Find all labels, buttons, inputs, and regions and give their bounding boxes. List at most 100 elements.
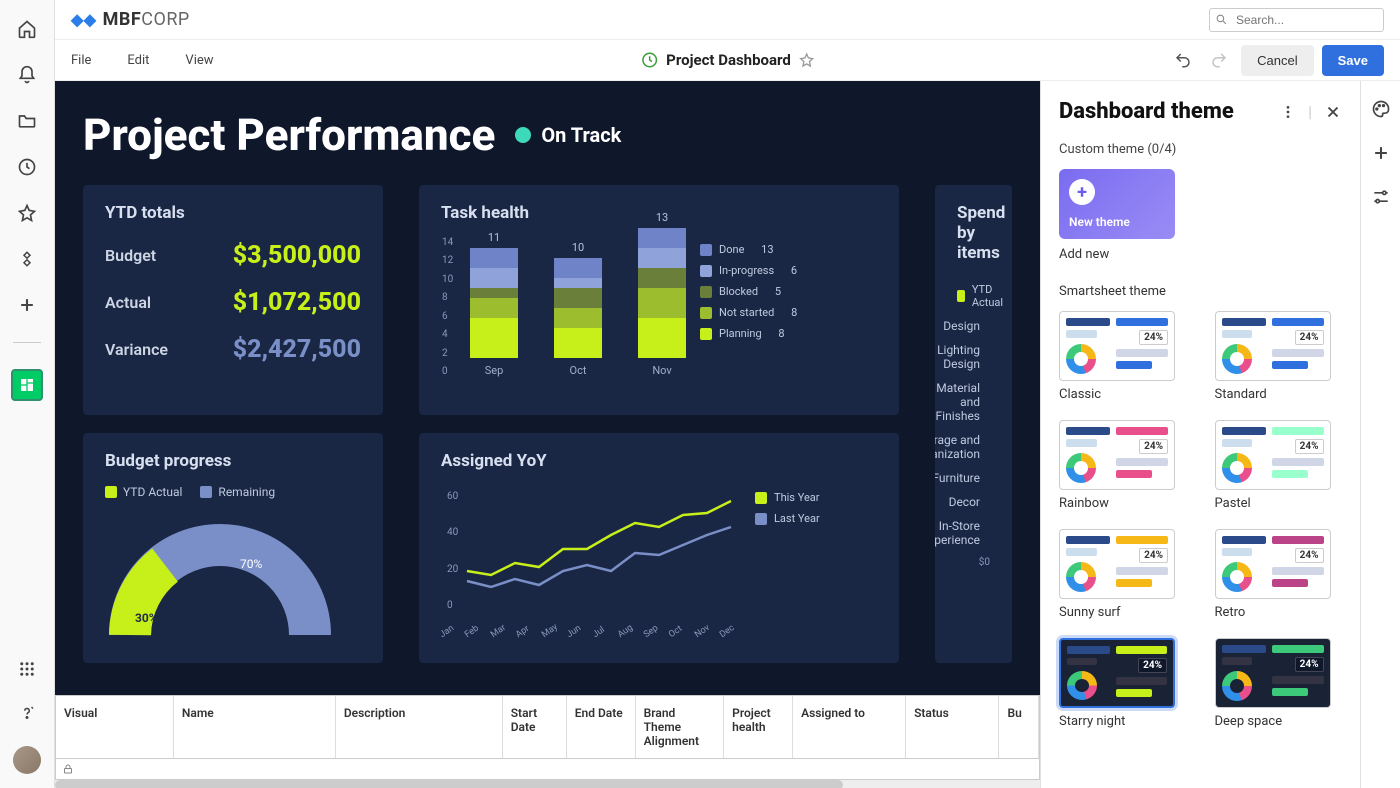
palette-icon[interactable]: [1371, 99, 1391, 119]
rail-divider: [13, 342, 41, 343]
spend-row: Design: [957, 319, 990, 333]
add-new-caption: Add new: [1059, 247, 1342, 262]
line-x-ticks: JanFebMarAprMayJunJulAugSepOctNovDec: [441, 631, 741, 641]
donut-icon: [1222, 562, 1252, 592]
col-bu[interactable]: Bu: [999, 696, 1039, 758]
gauge-legend-remaining: Remaining: [218, 485, 275, 499]
theme-deep-space[interactable]: 24%Deep space: [1215, 638, 1343, 729]
col-project-health[interactable]: Project health: [724, 696, 793, 758]
theme-retro[interactable]: 24%Retro: [1215, 529, 1343, 620]
redo-icon[interactable]: [1205, 46, 1233, 74]
col-assigned[interactable]: Assigned to: [793, 696, 906, 758]
theme-classic[interactable]: 24%Classic: [1059, 311, 1187, 402]
home-icon[interactable]: [16, 18, 38, 40]
col-brand[interactable]: Brand Theme Alignment: [636, 696, 725, 758]
legend-inprogress: In-progress: [719, 264, 774, 277]
spend-row: Furniture: [957, 471, 990, 485]
search-icon: [1215, 13, 1228, 26]
favorite-star-icon[interactable]: [799, 52, 815, 68]
new-theme-card[interactable]: + New theme: [1059, 169, 1175, 239]
status-text: On Track: [541, 123, 621, 147]
theme-panel-title: Dashboard theme: [1059, 99, 1234, 124]
col-name[interactable]: Name: [174, 696, 336, 758]
star-icon[interactable]: [16, 202, 38, 224]
card-spend-by-items: Spend by items YTD Actual B DesignLighti…: [935, 185, 1012, 663]
legend-blocked: Blocked: [719, 285, 758, 298]
task-health-yaxis: 14121086420: [442, 237, 453, 377]
recent-icon[interactable]: [16, 156, 38, 178]
doc-title: Project Dashboard: [640, 51, 815, 69]
theme-rainbow[interactable]: 24%Rainbow: [1059, 420, 1187, 511]
theme-starry-night[interactable]: 24%Starry night: [1059, 638, 1187, 729]
workspaces-icon[interactable]: [16, 248, 38, 270]
ytd-variance-label: Variance: [105, 340, 168, 359]
smartsheet-theme-label: Smartsheet theme: [1059, 284, 1342, 299]
clock-icon: [640, 51, 658, 69]
ytd-title: YTD totals: [105, 203, 361, 223]
card-budget-progress: Budget progress YTD Actual Remaining 30%…: [83, 433, 383, 663]
close-icon[interactable]: [1324, 103, 1342, 121]
donut-icon: [1067, 671, 1097, 700]
apps-icon[interactable]: [16, 658, 38, 680]
theme-grid: 24%Classic 24%Standard 24%Rainbow 24%Pastel…: [1059, 311, 1342, 729]
settings-sliders-icon[interactable]: [1371, 187, 1391, 207]
budget-progress-title: Budget progress: [105, 451, 361, 471]
add-widget-icon[interactable]: [1371, 143, 1391, 163]
gauge-pct-actual: 30%: [135, 611, 158, 625]
logo[interactable]: ◆◆ MBFCORP: [71, 9, 190, 30]
col-status[interactable]: Status: [906, 696, 999, 758]
menu-edit[interactable]: Edit: [127, 53, 149, 68]
ytd-budget-value: $3,500,000: [233, 241, 361, 270]
donut-icon: [1222, 671, 1252, 701]
search-input[interactable]: [1209, 8, 1384, 32]
bar-oct: 10Oct: [554, 241, 602, 377]
legend-done: Done: [719, 243, 744, 256]
menu-file[interactable]: File: [71, 53, 91, 68]
donut-icon: [1222, 344, 1252, 374]
bar-sep: 11Sep: [470, 231, 518, 377]
card-assigned-yoy: Assigned YoY 6040200 JanFebMarAprMayJunJ…: [419, 433, 899, 663]
add-icon[interactable]: [16, 294, 38, 316]
spend-row: In-Store Experience: [957, 519, 990, 547]
col-end-date[interactable]: End Date: [567, 696, 636, 758]
search: [1209, 8, 1384, 32]
plus-circle-icon: +: [1069, 179, 1095, 205]
spend-rows: DesignLighting DesignMaterial and Finish…: [957, 319, 990, 547]
gauge-chart: 30% 70%: [105, 515, 335, 645]
undo-icon[interactable]: [1169, 46, 1197, 74]
col-description[interactable]: Description: [336, 696, 503, 758]
folder-icon[interactable]: [16, 110, 38, 132]
bell-icon[interactable]: [16, 64, 38, 86]
col-start-date[interactable]: Start Date: [503, 696, 567, 758]
menu-view[interactable]: View: [185, 53, 213, 68]
avatar[interactable]: [13, 746, 41, 774]
horizontal-scrollbar[interactable]: [55, 780, 1040, 788]
topbar: ◆◆ MBFCORP: [55, 0, 1400, 40]
ytd-actual-label: Actual: [105, 293, 151, 312]
theme-pastel[interactable]: 24%Pastel: [1215, 420, 1343, 511]
more-icon[interactable]: [1280, 104, 1296, 120]
active-dashboard-thumb[interactable]: [11, 369, 43, 401]
new-theme-text: New theme: [1069, 215, 1165, 229]
donut-icon: [1066, 453, 1096, 483]
legend-planning: Planning: [719, 327, 762, 340]
left-rail: [0, 0, 55, 788]
card-ytd-totals: YTD totals Budget$3,500,000 Actual$1,072…: [83, 185, 383, 415]
donut-icon: [1222, 453, 1252, 483]
main: Project Performance On Track YTD totals …: [55, 81, 1040, 788]
brand-light: CORP: [141, 9, 190, 30]
donut-icon: [1066, 344, 1096, 374]
cancel-button[interactable]: Cancel: [1241, 45, 1313, 76]
dashboard-canvas: Project Performance On Track YTD totals …: [55, 81, 1040, 695]
ytd-actual-value: $1,072,500: [233, 288, 361, 317]
brand-bold: MBF: [103, 9, 142, 30]
save-button[interactable]: Save: [1322, 45, 1384, 76]
custom-theme-label: Custom theme (0/4): [1059, 142, 1342, 157]
theme-sunny-surf[interactable]: 24%Sunny surf: [1059, 529, 1187, 620]
spend-row: Lighting Design: [957, 343, 990, 371]
theme-standard[interactable]: 24%Standard: [1215, 311, 1343, 402]
assigned-title: Assigned YoY: [441, 451, 877, 471]
spend-row: Storage and Organization: [957, 433, 990, 461]
help-icon[interactable]: [16, 702, 38, 724]
col-visual[interactable]: Visual: [56, 696, 174, 758]
